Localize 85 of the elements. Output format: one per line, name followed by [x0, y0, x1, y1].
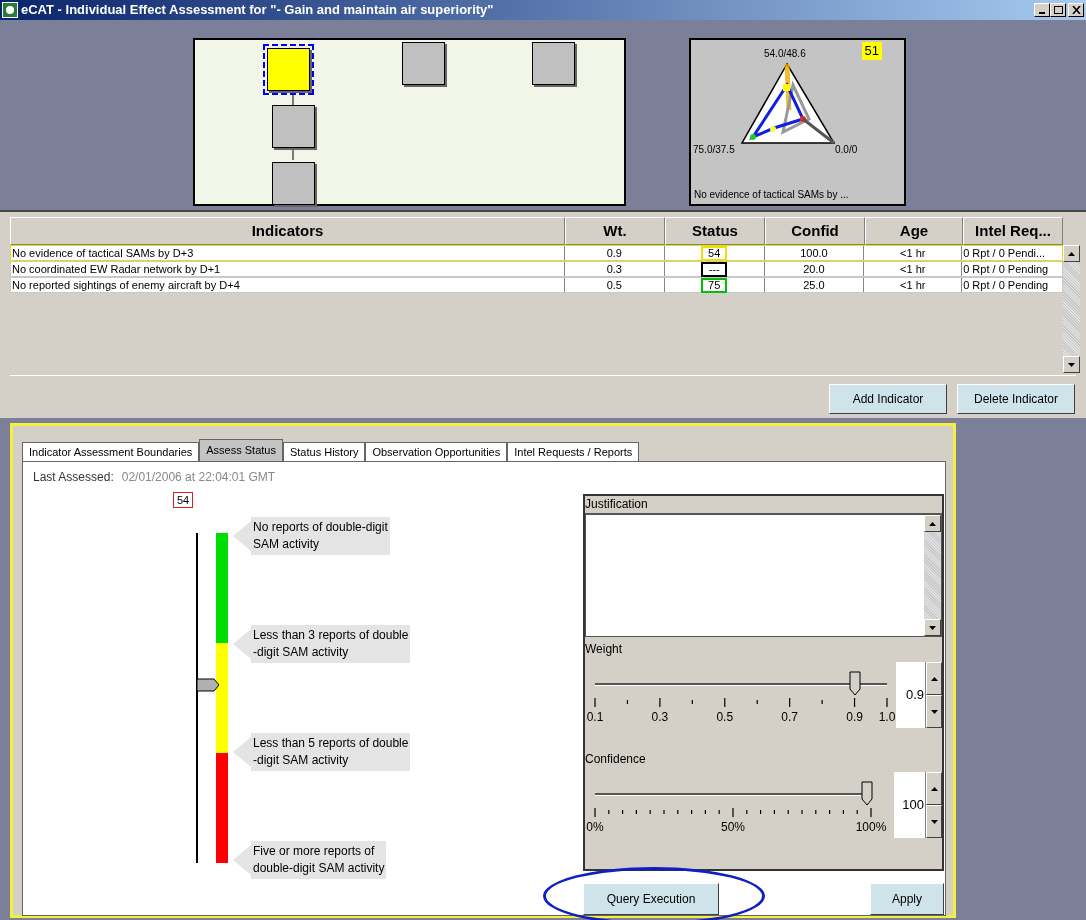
status-badge: 75	[701, 278, 728, 293]
column-header[interactable]: Confid	[765, 217, 865, 245]
table-row[interactable]: No reported sightings of enemy aircraft by D+4 0.5 75 25.0 <1 hr 0 Rpt / 0 Pending	[10, 277, 1063, 293]
column-header[interactable]: Intel Req...	[963, 217, 1063, 245]
column-header[interactable]: Status	[665, 217, 765, 245]
spin-box[interactable]: 100	[894, 772, 942, 838]
scroll-down-icon[interactable]	[924, 619, 941, 636]
weight-label: Weight	[585, 641, 624, 658]
score-badge: 51	[861, 42, 882, 60]
spin-value: 0.9	[905, 686, 924, 705]
table-cell-text: 0 Rpt / 0 Pending	[962, 262, 1050, 276]
column-header[interactable]: Wt.	[565, 217, 665, 245]
app-icon	[2, 2, 18, 18]
spin-value: 100	[902, 796, 924, 815]
tab[interactable]: Assess Status	[199, 439, 283, 461]
table-cell: 0.3	[564, 262, 665, 276]
tick-label: 0%	[586, 819, 604, 836]
column-header[interactable]: Age	[865, 217, 963, 245]
table-cell: No coordinated EW Radar network by D+1	[11, 262, 565, 276]
scroll-down-icon[interactable]	[1063, 356, 1080, 373]
table-cell-text: 0 Rpt / 0 Pendi...	[962, 246, 1047, 260]
action-button[interactable]: Apply	[870, 883, 944, 915]
tick-label: 0.1	[586, 709, 604, 726]
slider-thumb-icon[interactable]	[848, 671, 861, 697]
table-cell: <1 hr	[864, 246, 963, 260]
status-badge: 54	[701, 246, 728, 261]
scroll-up-icon[interactable]	[1063, 245, 1080, 262]
scroll-up-icon[interactable]	[924, 515, 941, 532]
spin-down-icon[interactable]	[926, 805, 942, 838]
callout-pointer-icon	[233, 629, 251, 659]
column-header[interactable]: Indicators	[10, 217, 565, 245]
close-icon[interactable]	[1068, 3, 1084, 17]
table-cell: <1 hr	[864, 262, 963, 276]
last-assessed-label: Last Assessed:	[33, 469, 114, 486]
diagram-node[interactable]	[272, 162, 315, 205]
tick-label: 1.0	[878, 709, 896, 726]
minimize-icon[interactable]	[1034, 3, 1050, 17]
justification-field[interactable]	[585, 514, 942, 637]
tab[interactable]: Observation Opportunities	[365, 442, 508, 461]
tab[interactable]: Status History	[282, 442, 366, 461]
radar-axis-label: 75.0/37.5	[693, 143, 735, 157]
tick-label: 0.5	[716, 709, 734, 726]
radar-axis-label: 0.0/0	[835, 143, 858, 157]
callout-pointer-icon	[233, 737, 251, 767]
diagram-node[interactable]	[532, 42, 575, 85]
callout-pointer-icon	[233, 845, 251, 875]
table-action-button[interactable]: Delete Indicator	[957, 384, 1075, 414]
table-cell: <1 hr	[864, 278, 963, 292]
tab[interactable]: Indicator Assessment Boundaries	[22, 442, 200, 461]
confidence-label: Confidence	[585, 751, 647, 768]
table-cell: 0.5	[564, 278, 665, 292]
spin-box[interactable]: 0.9	[896, 662, 942, 728]
last-assessed-value: 02/01/2006 at 22:04:01 GMT	[121, 469, 276, 486]
spin-down-icon[interactable]	[926, 695, 942, 728]
table-row[interactable]: No coordinated EW Radar network by D+1 0.3 --- 20.0 <1 hr 0 Rpt / 0 Pending	[10, 261, 1063, 277]
table-cell: 20.0	[764, 262, 865, 276]
radar-caption: No evidence of tactical SAMs by ...	[694, 188, 849, 202]
table-cell: 100.0	[764, 246, 865, 260]
diagram-node[interactable]	[402, 42, 445, 85]
status-badge: ---	[701, 262, 728, 277]
action-button[interactable]: Query Execution	[583, 883, 719, 915]
slider-thumb-icon[interactable]	[860, 781, 873, 807]
spin-up-icon[interactable]	[926, 662, 942, 695]
table-cell: 0.9	[564, 246, 665, 260]
table-cell: No evidence of tactical SAMs by D+3	[11, 246, 565, 260]
callout-pointer-icon	[233, 521, 251, 551]
tick-label: 0.3	[651, 709, 669, 726]
table-row[interactable]: No evidence of tactical SAMs by D+3 0.9 54 100.0 <1 hr 0 Rpt / 0 Pendi...	[10, 245, 1063, 261]
tick-label: 0.7	[781, 709, 798, 726]
table-cell: 25.0	[764, 278, 865, 292]
tick-label: 50%	[721, 819, 745, 836]
window-title: eCAT - Individual Effect Assessment for "- Gain and maintain air superiority"	[21, 1, 494, 20]
status-value-badge: 54	[173, 492, 194, 508]
diagram-node[interactable]	[272, 105, 315, 148]
table-cell-text: 0 Rpt / 0 Pending	[962, 278, 1050, 292]
scrollbar[interactable]	[1063, 245, 1080, 373]
tick-label: 100%	[855, 819, 887, 836]
spin-up-icon[interactable]	[926, 772, 942, 805]
maximize-icon[interactable]	[1050, 3, 1066, 17]
radar-axis-label: 54.0/48.6	[764, 47, 806, 61]
table-action-button[interactable]: Add Indicator	[829, 384, 947, 414]
scale-pointer-icon[interactable]	[197, 677, 221, 692]
tick-label: 0.9	[846, 709, 863, 726]
tab[interactable]: Intel Requests / Reports	[507, 442, 640, 461]
table-cell: No reported sightings of enemy aircraft by D+4	[11, 278, 565, 292]
